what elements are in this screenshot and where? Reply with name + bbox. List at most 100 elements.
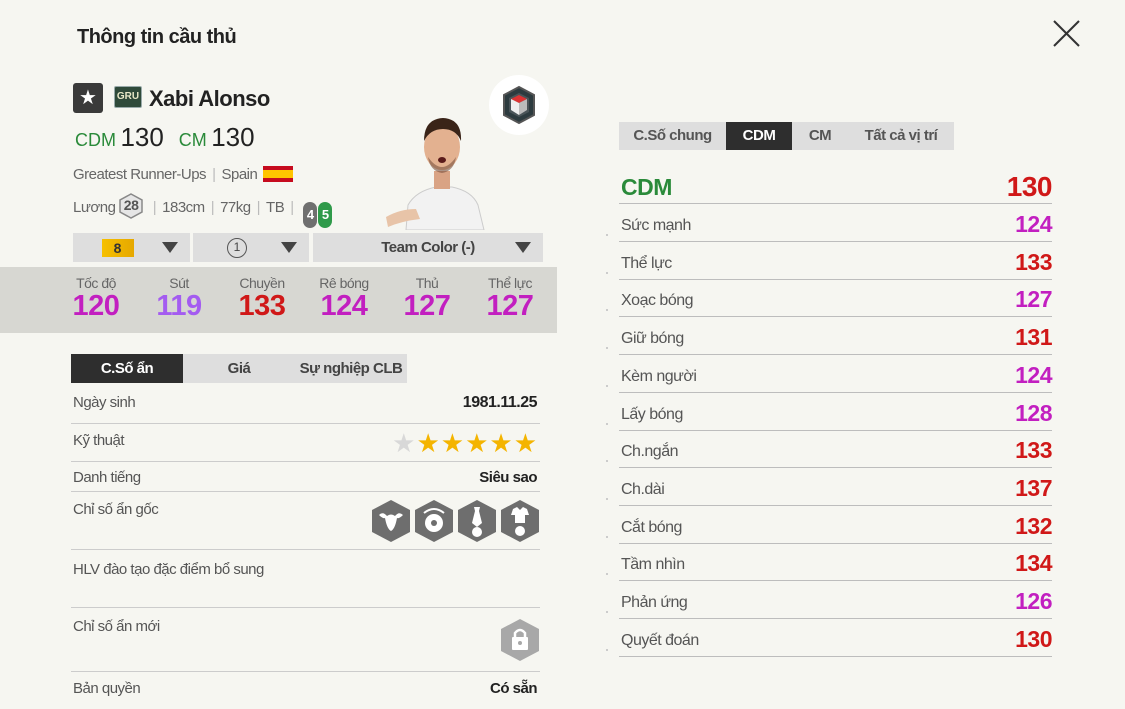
attribute-name: Sức mạnh <box>621 217 691 234</box>
row-marker <box>606 611 608 613</box>
detail-row-new-traits: Chỉ số ẩn mới <box>71 618 540 672</box>
attribute-row: Phản ứng 126 <box>619 581 1052 619</box>
buffalo-trait-icon[interactable] <box>371 499 411 543</box>
tab-all-positions[interactable]: Tất cả vị trí <box>848 122 954 150</box>
tab-position-cm[interactable]: CM <box>792 122 848 150</box>
main-stat-name: Thủ <box>415 275 439 291</box>
club-logo <box>489 75 549 135</box>
detail-label: Ngày sinh <box>73 394 136 411</box>
attribute-value: 134 <box>1015 550 1052 576</box>
row-marker <box>606 536 608 538</box>
detail-label: Bản quyền <box>73 680 141 697</box>
close-icon[interactable] <box>1048 16 1084 52</box>
player-photo <box>386 118 485 230</box>
tab-club-career[interactable]: Sự nghiệp CLB <box>295 354 407 383</box>
position-ratings: CDM 130 CM 130 <box>75 122 255 153</box>
attribute-row: Quyết đoán 130 <box>619 619 1052 657</box>
spain-flag-icon <box>263 166 294 182</box>
position-rating: 130 <box>120 122 164 152</box>
detail-label: HLV đào tạo đặc điểm bổ sung <box>73 561 264 578</box>
main-stat-name: Thể lực <box>488 275 533 291</box>
attribute-value: 127 <box>1015 286 1052 312</box>
tab-hidden-stats[interactable]: C.Số ẩn <box>71 354 183 383</box>
row-marker <box>606 234 608 236</box>
row-marker <box>606 385 608 387</box>
attribute-name: Giữ bóng <box>621 330 684 347</box>
attribute-name: Quyết đoán <box>621 632 699 649</box>
page-title: Thông tin cầu thủ <box>77 26 237 48</box>
training-level-dropdown[interactable]: 1 <box>193 233 309 262</box>
detail-row-coach: HLV đào tạo đặc điểm bổ sung <box>71 561 540 608</box>
weight: 77kg <box>220 199 251 216</box>
attribute-value: 130 <box>1015 626 1052 652</box>
main-stat: Thể lực 127 <box>470 275 550 323</box>
main-stat-value: 133 <box>238 290 286 322</box>
player-name: Xabi Alonso <box>149 86 270 111</box>
main-stat-value: 120 <box>72 290 120 322</box>
attribute-name: Phản ứng <box>621 594 688 611</box>
ball-swirl-trait-icon[interactable] <box>414 499 454 543</box>
row-marker <box>606 423 608 425</box>
shirt-ball-trait-icon[interactable] <box>500 499 540 543</box>
left-foot-rating: 4 <box>303 202 318 228</box>
attribute-name: Cắt bóng <box>621 519 682 536</box>
detail-value: Có sẵn <box>489 680 538 697</box>
detail-label: Chỉ số ẩn gốc <box>73 501 159 518</box>
detail-row-reputation: Danh tiếng Siêu sao <box>71 469 540 492</box>
attribute-value: 131 <box>1015 324 1052 350</box>
attribute-value: 126 <box>1015 588 1052 614</box>
nation-name: Spain <box>221 166 258 183</box>
detail-label: Danh tiếng <box>73 469 141 486</box>
attribute-row: Thể lực 133 <box>619 242 1052 280</box>
right-foot-rating: 5 <box>318 202 333 228</box>
team-color-dropdown[interactable]: Team Color (-) <box>313 233 543 262</box>
lock-icon[interactable] <box>500 618 540 662</box>
detail-label: Kỹ thuật <box>73 432 125 449</box>
main-stat-value: 127 <box>403 290 451 322</box>
position-overall-value: 130 <box>1006 171 1053 202</box>
tab-general-stats[interactable]: C.Số chung <box>619 122 726 150</box>
main-stat-value: 119 <box>156 290 202 322</box>
body-type: TB <box>266 199 285 216</box>
position-label: CDM <box>75 130 116 150</box>
detail-row-traits: Chỉ số ẩn gốc <box>71 499 540 550</box>
main-stat-name: Rê bóng <box>319 275 369 291</box>
attribute-row: Kèm người 124 <box>619 355 1052 393</box>
upgrade-level-dropdown[interactable]: 8 <box>73 233 190 262</box>
attribute-row: Sức mạnh 124 <box>619 204 1052 242</box>
main-stats-band: Tốc độ 120 Sút 119 Chuyền 133 Rê bóng 12… <box>0 267 557 333</box>
tab-position-cdm[interactable]: CDM <box>726 122 792 150</box>
team-color-value: Team Color (-) <box>381 239 475 256</box>
row-marker <box>606 347 608 349</box>
player-season-nation: Greatest Runner-Ups | Spain <box>73 166 294 183</box>
main-stat-name: Sút <box>169 275 189 291</box>
main-stat: Sút 119 <box>139 275 219 323</box>
season-badge: GRU <box>114 86 142 108</box>
detail-row-birth: Ngày sinh 1981.11.25 <box>71 394 540 424</box>
player-physical-info: Lương 28 | 183cm | 77kg | TB | 45 <box>73 193 333 228</box>
row-marker <box>606 498 608 500</box>
detail-value: Siêu sao <box>479 469 537 486</box>
detail-row-skill: Kỹ thuật ★★★★★★ <box>71 428 540 462</box>
row-marker <box>606 272 608 274</box>
attribute-value: 133 <box>1015 249 1052 275</box>
attribute-row: Lấy bóng 128 <box>619 393 1052 431</box>
attribute-row: Ch.ngắn 133 <box>619 430 1052 468</box>
tab-price[interactable]: Giá <box>183 354 295 383</box>
star-icon: ★ <box>73 83 103 113</box>
chevron-down-icon <box>515 242 531 253</box>
position-overall-row: CDM 130 <box>619 166 1053 204</box>
row-marker <box>606 309 608 311</box>
attribute-value: 124 <box>1015 211 1052 237</box>
attribute-value: 128 <box>1015 400 1052 426</box>
attribute-value: 137 <box>1015 475 1052 501</box>
salary-label: Lương <box>73 199 116 216</box>
height: 183cm <box>162 199 205 216</box>
attribute-row: Cắt bóng 132 <box>619 506 1052 544</box>
season-name: Greatest Runner-Ups <box>73 166 207 183</box>
position-label: CM <box>178 130 207 150</box>
main-stat-name: Tốc độ <box>76 275 116 291</box>
row-marker <box>606 573 608 575</box>
tie-ball-trait-icon[interactable] <box>457 499 497 543</box>
main-stat: Thủ 127 <box>387 275 467 323</box>
